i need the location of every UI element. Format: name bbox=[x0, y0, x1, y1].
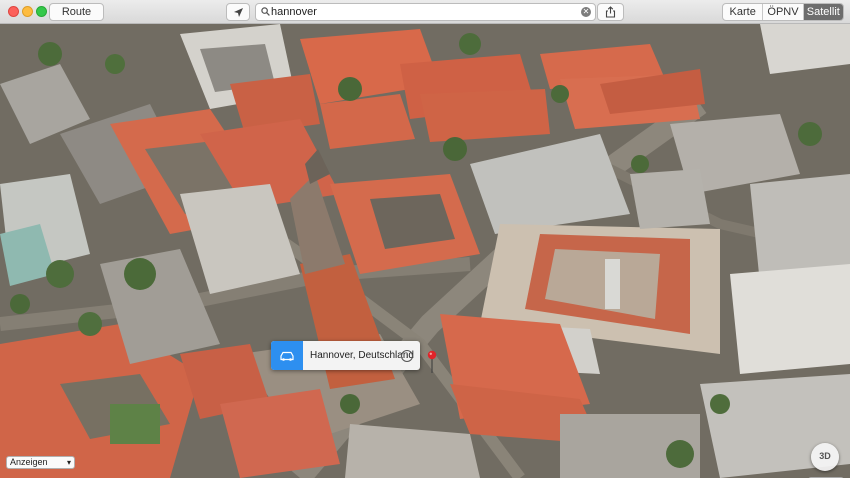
location-arrow-icon bbox=[233, 7, 243, 17]
mode-karte[interactable]: Karte bbox=[723, 4, 764, 20]
search-icon bbox=[261, 7, 270, 16]
route-button[interactable]: Route bbox=[49, 3, 104, 21]
current-location-button[interactable] bbox=[226, 3, 250, 21]
close-window-button[interactable] bbox=[8, 6, 19, 17]
place-name: Hannover, Deutschland bbox=[310, 350, 414, 361]
chevron-down-icon: ▾ bbox=[66, 458, 71, 467]
car-icon bbox=[280, 351, 294, 361]
map-view-select[interactable]: Anzeigen ▾ bbox=[6, 456, 75, 469]
info-icon[interactable]: i bbox=[401, 350, 413, 362]
map-mode-control: Karte ÖPNV Satellit bbox=[722, 3, 844, 21]
search-input-value[interactable]: hannover bbox=[271, 6, 317, 18]
map-view-select-value: Anzeigen bbox=[10, 457, 48, 467]
directions-button[interactable] bbox=[271, 341, 303, 370]
clear-icon[interactable]: ✕ bbox=[581, 7, 591, 17]
share-button[interactable] bbox=[597, 3, 624, 21]
mode-satellit[interactable]: Satellit bbox=[803, 4, 843, 20]
location-callout[interactable]: Hannover, Deutschland i bbox=[271, 341, 420, 370]
fullscreen-window-button[interactable] bbox=[36, 6, 47, 17]
map-imagery bbox=[0, 24, 850, 478]
search-field[interactable]: hannover ✕ bbox=[255, 3, 596, 21]
compass-3d-button[interactable]: 3D bbox=[811, 443, 839, 471]
minimize-window-button[interactable] bbox=[22, 6, 33, 17]
compass-label: 3D bbox=[819, 451, 831, 461]
toolbar: Route hannover ✕ Karte ÖPNV Satellit bbox=[0, 0, 850, 24]
map-pin-icon[interactable] bbox=[427, 350, 437, 374]
share-icon bbox=[605, 6, 616, 18]
satellite-3d-map[interactable]: Hannover, Deutschland i 3D − + bbox=[0, 24, 850, 478]
mode-oepnv[interactable]: ÖPNV bbox=[763, 4, 804, 20]
